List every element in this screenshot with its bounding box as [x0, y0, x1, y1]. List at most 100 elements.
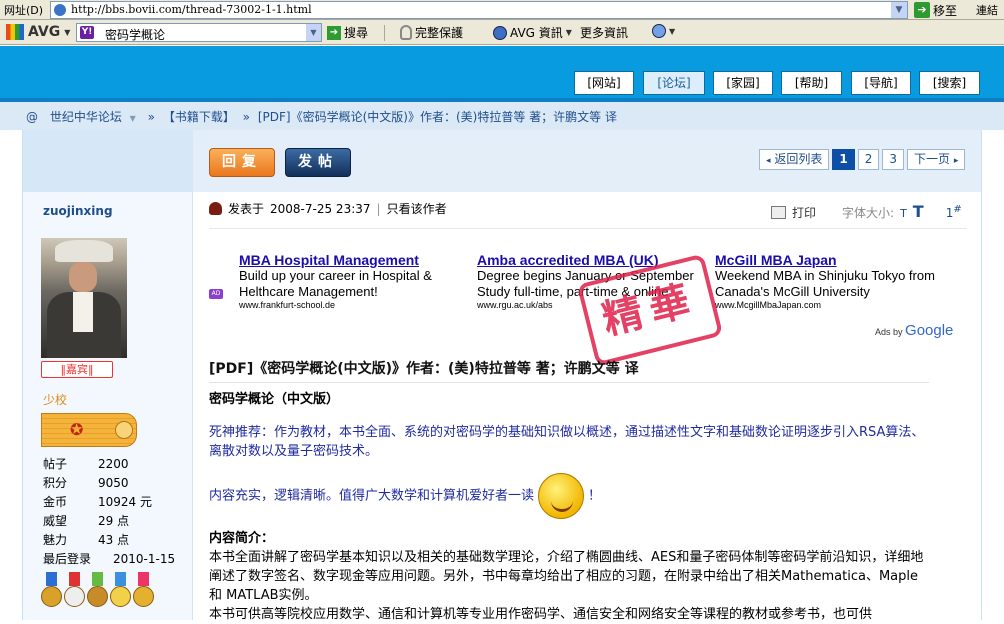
avg-news-menu[interactable]: AVG 資訊 ▼ — [493, 24, 572, 41]
reply-button[interactable]: 回复 — [209, 148, 275, 177]
ad-item[interactable]: MBA Hospital Management Build up your ca… — [239, 252, 467, 310]
ad-url[interactable]: www.frankfurt-school.de — [239, 300, 467, 310]
options-icon — [652, 24, 666, 38]
medals — [41, 572, 154, 612]
author-name[interactable]: zuojinxing — [43, 204, 113, 218]
pagination: ◂ 返回列表 1 2 3 下一页 ▸ — [759, 149, 966, 171]
stat-row: 威望 29 点 — [43, 514, 130, 528]
posted-time: 2008-7-25 23:37 — [270, 201, 371, 216]
caret-down-icon: ▼ — [669, 26, 676, 36]
font-size-label: 字体大小: — [842, 206, 895, 220]
globe-icon — [493, 25, 507, 40]
medal-icon[interactable] — [64, 572, 85, 612]
go-button[interactable]: ➔ 移至 — [914, 1, 957, 19]
breadcrumb-bar: @ 世纪中华论坛 ▼ » 【书籍下载】 » [PDF]《密码学概论(中文版)》作… — [0, 102, 1004, 130]
praise-text: 内容充实，逻辑清晰。值得广大数学和计算机爱好者一读！ — [209, 473, 929, 519]
divider — [209, 228, 967, 229]
stat-row: 金币 10924 元 — [43, 495, 152, 509]
page-2[interactable]: 2 — [857, 149, 880, 170]
ad-icon: AD — [209, 289, 223, 299]
author-stats: 帖子 2200 积分 9050 金币 10924 元 威望 29 点 魅力 43 点 最后… — [43, 455, 175, 569]
divider — [209, 382, 929, 383]
search-button[interactable]: ➔ 搜尋 — [327, 24, 368, 41]
tab-search[interactable]: [搜索] — [919, 71, 980, 95]
url-input[interactable]: http://bbs.bovii.com/thread-73002-1-1.ht… — [50, 1, 908, 19]
thread-frame: 回复 发帖 ◂ 返回列表 1 2 3 下一页 ▸ zuojinxing ‖嘉宾‖… — [22, 130, 982, 622]
protection-button[interactable]: 完整保護 — [400, 24, 463, 41]
avg-news-label: AVG 資訊 — [510, 26, 563, 40]
font-large-button[interactable]: T — [913, 202, 924, 221]
avg-logo-icon — [6, 24, 24, 40]
next-page-link[interactable]: 下一页 ▸ — [907, 149, 966, 170]
go-label: 移至 — [933, 3, 958, 18]
font-small-button[interactable]: T — [900, 207, 907, 220]
tab-navigation[interactable]: [导航] — [851, 71, 911, 95]
intro-text-2: 本书可供高等院校应用数学、通信和计算机等专业用作密码学、通信安全和网络安全等课程… — [209, 607, 873, 622]
go-arrow-icon: ➔ — [914, 2, 930, 18]
print-link[interactable]: 打印 — [792, 204, 816, 221]
more-news-button[interactable]: 更多資訊 — [580, 24, 628, 41]
avg-toolbar: AVG ▼ Y! 密码学概论 ▼ ➔ 搜尋 完整保護 AVG 資訊 ▼ 更多資訊… — [0, 20, 1004, 45]
stat-row: 帖子 2200 — [43, 457, 129, 471]
chevron-down-icon[interactable]: ▼ — [891, 2, 907, 18]
yahoo-icon: Y! — [80, 26, 94, 39]
post-subtitle: 密码学概论（中文版） — [209, 392, 340, 407]
protection-label: 完整保護 — [415, 26, 464, 40]
tab-website[interactable]: [网站] — [574, 71, 634, 95]
url-text[interactable]: http://bbs.bovii.com/thread-73002-1-1.ht… — [71, 3, 312, 16]
ad-title[interactable]: McGill MBA Japan — [715, 252, 943, 268]
links-button[interactable]: 連結 — [976, 2, 998, 18]
search-arrow-icon: ➔ — [327, 25, 341, 40]
medal-icon[interactable] — [41, 572, 62, 612]
smiley-icon — [538, 473, 585, 519]
recommend-text: 死神推荐：作为教材，本书全面、系统的对密码学的基础知识做以概述，通过描述性文字和… — [209, 425, 925, 459]
ad-desc: Build up your career in Hospital & Helth… — [239, 268, 432, 299]
status-badge: ‖嘉宾‖ — [41, 361, 113, 378]
shield-icon — [400, 25, 412, 40]
print-icon[interactable] — [771, 206, 786, 219]
stat-row: 魅力 43 点 — [43, 533, 130, 547]
new-post-button[interactable]: 发帖 — [285, 148, 351, 177]
breadcrumb-forum-link[interactable]: 世纪中华论坛 — [50, 110, 122, 124]
ad-url[interactable]: www.McgillMbaJapan.com — [715, 300, 943, 310]
page-3[interactable]: 3 — [882, 149, 905, 170]
toolbar-search-input[interactable]: Y! 密码学概论 ▼ — [76, 23, 322, 42]
avatar[interactable] — [41, 238, 127, 358]
toolbar-divider — [384, 25, 385, 41]
ad-desc: Weekend MBA in Shinjuku Tokyo from Canad… — [715, 268, 935, 299]
caret-down-icon: ▼ — [565, 28, 572, 37]
ad-title[interactable]: MBA Hospital Management — [239, 252, 467, 268]
posted-prefix: 发表于 — [228, 202, 265, 216]
ads-by-google[interactable]: Ads by Google — [875, 322, 953, 339]
medal-icon[interactable] — [110, 572, 131, 612]
home-icon: @ — [26, 110, 38, 124]
tab-home[interactable]: [家园] — [713, 71, 773, 95]
post-tools: 打印 字体大小: T T 1# — [771, 202, 962, 221]
tab-help[interactable]: [帮助] — [781, 71, 842, 95]
breadcrumb: @ 世纪中华论坛 ▼ » 【书籍下载】 » [PDF]《密码学概论(中文版)》作… — [26, 110, 617, 124]
sidebar-header — [23, 130, 193, 192]
medal-icon[interactable] — [87, 572, 108, 612]
only-author-link[interactable]: 只看该作者 — [387, 200, 447, 217]
more-news-label: 更多資訊 — [580, 26, 629, 40]
avg-label: AVG — [28, 24, 61, 40]
medal-icon[interactable] — [133, 572, 154, 612]
intro-text: 本书全面讲解了密码学基本知识以及相关的基础数学理论，介绍了椭圆曲线、AES和量子… — [209, 550, 924, 603]
toolbar-options-menu[interactable]: ▼ — [652, 24, 675, 38]
floor-number[interactable]: 1# — [946, 204, 962, 220]
stat-row: 积分 9050 — [43, 476, 129, 490]
page-1[interactable]: 1 — [832, 149, 855, 170]
chevron-down-icon[interactable]: ▼ — [306, 24, 321, 41]
post-content: 密码学概论（中文版） 死神推荐：作为教材，本书全面、系统的对密码学的基础知识做以… — [209, 390, 929, 624]
chevron-down-icon: ▼ — [129, 114, 136, 123]
avg-menu[interactable]: AVG ▼ — [6, 24, 70, 40]
post-meta: 发表于 2008-7-25 23:37 | 只看该作者 — [209, 200, 447, 217]
intro-heading: 内容简介： — [209, 531, 275, 546]
tab-forum[interactable]: [论坛] — [643, 71, 705, 95]
ad-item[interactable]: McGill MBA Japan Weekend MBA in Shinjuku… — [715, 252, 943, 310]
back-to-list-link[interactable]: ◂ 返回列表 — [759, 149, 830, 170]
breadcrumb-category-link[interactable]: 【书籍下载】 — [163, 110, 235, 124]
search-text[interactable]: 密码学概论 — [105, 26, 165, 43]
post-title: [PDF]《密码学概论(中文版)》作者：(美)特拉普等 著；许鹏文等 译 — [209, 361, 639, 377]
address-label: 网址(D) — [4, 4, 44, 17]
